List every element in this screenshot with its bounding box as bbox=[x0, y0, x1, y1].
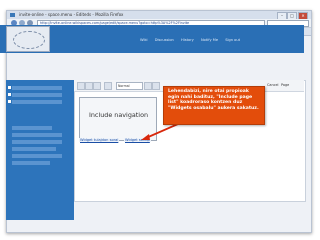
callout-arrow bbox=[141, 123, 179, 140]
arrow-head bbox=[141, 134, 150, 140]
instruction-callout: Lehendabizi, nire otai propioak egin nah… bbox=[163, 86, 265, 125]
arrow-line bbox=[145, 123, 179, 139]
